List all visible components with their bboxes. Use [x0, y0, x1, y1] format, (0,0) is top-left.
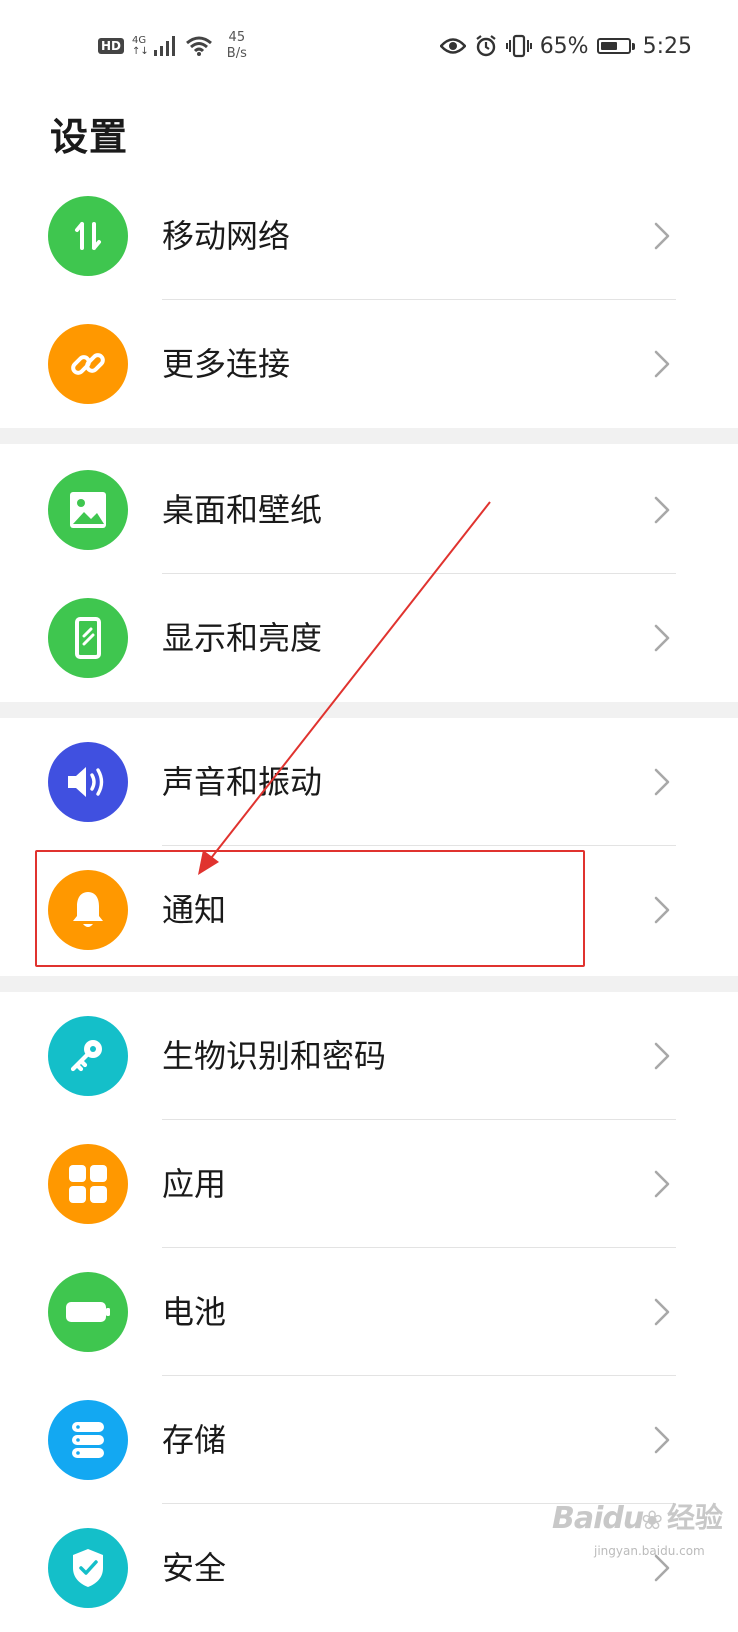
settings-item-label: 存储: [162, 1421, 227, 1459]
group-separator: [0, 976, 738, 992]
network-type: 4G ↑↓: [132, 35, 149, 57]
status-bar-right: 65% 5:25: [439, 28, 692, 64]
chevron-right-icon: [654, 768, 670, 796]
sound-icon: [48, 742, 128, 822]
apps-grid-icon: [48, 1144, 128, 1224]
group-separator: [0, 702, 738, 718]
storage-icon: [48, 1400, 128, 1480]
signal-icon: [153, 36, 175, 56]
settings-item-label: 安全: [162, 1549, 227, 1587]
chevron-right-icon: [654, 1170, 670, 1198]
chevron-right-icon: [654, 1426, 670, 1454]
watermark-url: jingyan.baidu.com: [594, 1544, 705, 1558]
status-bar: HD 4G ↑↓ 45 B/s 65% 5:25: [0, 0, 738, 92]
settings-item-label: 更多连接: [162, 345, 291, 383]
settings-item-sound[interactable]: 声音和振动: [0, 718, 738, 846]
settings-item-label: 生物识别和密码: [162, 1037, 387, 1075]
status-bar-left: HD 4G ↑↓ 45 B/s: [98, 28, 247, 64]
hd-badge: HD: [98, 38, 125, 54]
network-speed-value: 45: [228, 30, 246, 45]
network-type-label: 4G: [132, 35, 147, 46]
watermark-product: 经验: [667, 1501, 724, 1534]
shield-icon: [48, 1528, 128, 1608]
settings-item-wallpaper[interactable]: 桌面和壁纸: [0, 446, 738, 574]
battery-icon: [596, 38, 635, 54]
battery-icon: [48, 1272, 128, 1352]
settings-item-label: 显示和亮度: [162, 619, 323, 657]
settings-item-label: 声音和振动: [162, 763, 323, 801]
link-icon: [48, 324, 128, 404]
settings-item-label: 桌面和壁纸: [162, 491, 323, 529]
battery-cap: [631, 42, 635, 50]
chevron-right-icon: [654, 350, 670, 378]
battery-percent: 65%: [539, 33, 589, 59]
chevron-right-icon: [654, 624, 670, 652]
page-title: 设置: [50, 115, 129, 159]
settings-item-apps[interactable]: 应用: [0, 1120, 738, 1248]
baidu-watermark: Baidu ❀ 经验: [552, 1496, 723, 1536]
network-speed: 45 B/s: [227, 30, 247, 62]
settings-item-more-connections[interactable]: 更多连接: [0, 300, 738, 428]
chevron-right-icon: [654, 496, 670, 524]
settings-item-notifications[interactable]: 通知: [0, 846, 738, 974]
settings-item-battery[interactable]: 电池: [0, 1248, 738, 1376]
settings-item-label: 移动网络: [162, 217, 291, 255]
network-speed-unit: B/s: [226, 46, 247, 61]
chevron-right-icon: [654, 1042, 670, 1070]
eye-icon: [439, 38, 466, 54]
clock: 5:25: [642, 33, 692, 59]
battery-fill: [600, 42, 618, 50]
settings-item-label: 通知: [162, 891, 227, 929]
display-icon: [48, 598, 128, 678]
network-activity: ↑↓: [132, 46, 149, 57]
chevron-right-icon: [654, 896, 670, 924]
settings-item-storage[interactable]: 存储: [0, 1376, 738, 1504]
settings-item-mobile-network[interactable]: 移动网络: [0, 172, 738, 300]
wifi-icon: [185, 36, 212, 56]
chevron-right-icon: [654, 1298, 670, 1326]
settings-item-biometrics[interactable]: 生物识别和密码: [0, 992, 738, 1120]
chevron-right-icon: [654, 222, 670, 250]
paw-icon: ❀: [641, 1506, 664, 1536]
key-icon: [48, 1016, 128, 1096]
watermark-brand: Baidu: [552, 1501, 644, 1536]
vibrate-icon: [505, 34, 532, 58]
alarm-icon: [476, 35, 496, 57]
settings-item-display[interactable]: 显示和亮度: [0, 574, 738, 702]
mobile-data-icon: [48, 196, 128, 276]
wallpaper-icon: [48, 470, 128, 550]
bell-icon: [48, 870, 128, 950]
group-separator: [0, 428, 738, 444]
battery-body: [596, 38, 631, 54]
settings-item-label: 电池: [162, 1293, 227, 1331]
settings-item-label: 应用: [162, 1165, 227, 1203]
